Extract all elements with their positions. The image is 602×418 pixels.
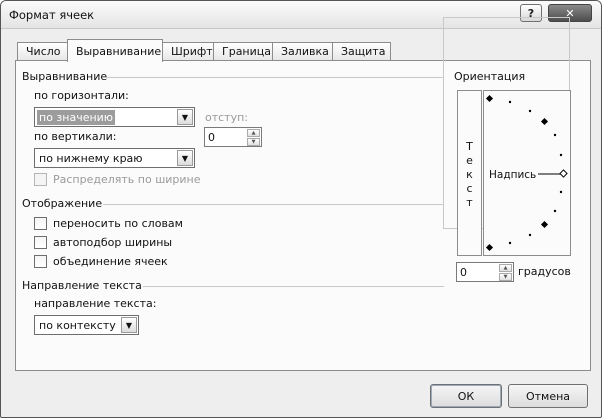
tab-fill[interactable]: Заливка: [272, 42, 333, 61]
chevron-down-icon[interactable]: ▼: [177, 150, 193, 166]
vertical-text-letter: е: [466, 154, 473, 167]
tab-alignment[interactable]: Выравнивание: [67, 39, 163, 62]
orientation-arc-label: Надпись: [489, 169, 536, 181]
spin-down-icon[interactable]: ▼: [499, 273, 512, 281]
degrees-label: градусов: [518, 265, 571, 278]
vertical-label: по вертикали:: [34, 130, 117, 143]
wrap-text-label: переносить по словам: [53, 217, 183, 230]
tab-border[interactable]: Граница: [213, 42, 273, 61]
orientation-marker[interactable]: [485, 94, 494, 103]
vertical-text-button[interactable]: Т е к с т: [457, 90, 482, 256]
direction-select-value: по контексту: [39, 319, 116, 332]
vertical-text-letter: Т: [466, 140, 473, 153]
distribute-label: Распределять по ширине: [53, 173, 201, 186]
vertical-select-value: по нижнему краю: [39, 152, 143, 165]
vertical-text-letter: к: [466, 168, 473, 181]
merge-cells-checkbox[interactable]: [34, 255, 47, 268]
direction-select[interactable]: по контексту ▼: [34, 315, 139, 335]
spin-up-icon[interactable]: ▲: [247, 129, 260, 137]
orientation-tick: [508, 100, 512, 104]
cancel-button[interactable]: Отмена: [508, 384, 588, 408]
vertical-select[interactable]: по нижнему краю ▼: [34, 148, 195, 168]
orientation-tick: [553, 133, 557, 137]
orientation-title: Ориентация: [452, 70, 528, 83]
alignment-group-title: Выравнивание: [22, 70, 108, 83]
shrink-to-fit-label: автоподбор ширины: [53, 236, 173, 249]
horizontal-select[interactable]: по значению ▼: [34, 107, 195, 127]
display-group-title: Отображение: [22, 197, 103, 210]
ok-button[interactable]: ОК: [430, 384, 502, 408]
tab-protection[interactable]: Защита: [332, 42, 391, 61]
spin-down-icon[interactable]: ▼: [247, 138, 260, 146]
orientation-handle[interactable]: [559, 169, 568, 178]
tab-font[interactable]: Шрифт: [162, 42, 214, 61]
degrees-stepper[interactable]: 0 ▲ ▼: [456, 262, 514, 282]
orientation-tick: [528, 233, 532, 237]
wrap-text-checkbox[interactable]: [34, 217, 47, 230]
window-title: Формат ячеек: [9, 8, 95, 22]
indent-value: 0: [208, 131, 215, 144]
vertical-text-letter: с: [466, 182, 473, 195]
vertical-text-letter: т: [466, 196, 473, 209]
orientation-tick: [508, 241, 512, 245]
merge-cells-label: объединение ячеек: [53, 255, 168, 268]
orientation-arc[interactable]: Надпись: [484, 91, 570, 255]
orientation-marker[interactable]: [540, 220, 549, 229]
horizontal-label: по горизонтали:: [34, 89, 129, 102]
horizontal-select-value: по значению: [37, 110, 116, 125]
chevron-down-icon[interactable]: ▼: [121, 317, 137, 333]
format-cells-dialog: Формат ячеек ? ✕ Число Выравнивание Шриф…: [0, 0, 602, 418]
orientation-marker[interactable]: [485, 243, 494, 252]
indent-stepper[interactable]: 0 ▲ ▼: [204, 127, 262, 147]
tab-number[interactable]: Число: [17, 42, 68, 61]
shrink-to-fit-checkbox[interactable]: [34, 236, 47, 249]
direction-divider: [143, 286, 444, 287]
direction-group-title: Направление текста: [22, 279, 142, 292]
direction-label: направление текста:: [34, 297, 157, 310]
spin-up-icon[interactable]: ▲: [499, 264, 512, 272]
orientation-marker[interactable]: [540, 117, 549, 126]
orientation-tick: [553, 209, 557, 213]
indent-label: отступ:: [205, 111, 249, 124]
orientation-tick: [528, 109, 532, 113]
alignment-divider: [106, 77, 444, 78]
orientation-tick: [559, 153, 563, 157]
display-divider: [103, 204, 444, 205]
distribute-checkbox[interactable]: [34, 173, 47, 186]
degrees-value: 0: [460, 266, 467, 279]
orientation-tick: [559, 190, 563, 194]
chevron-down-icon[interactable]: ▼: [177, 109, 193, 125]
orientation-dial[interactable]: Надпись: [483, 90, 571, 256]
